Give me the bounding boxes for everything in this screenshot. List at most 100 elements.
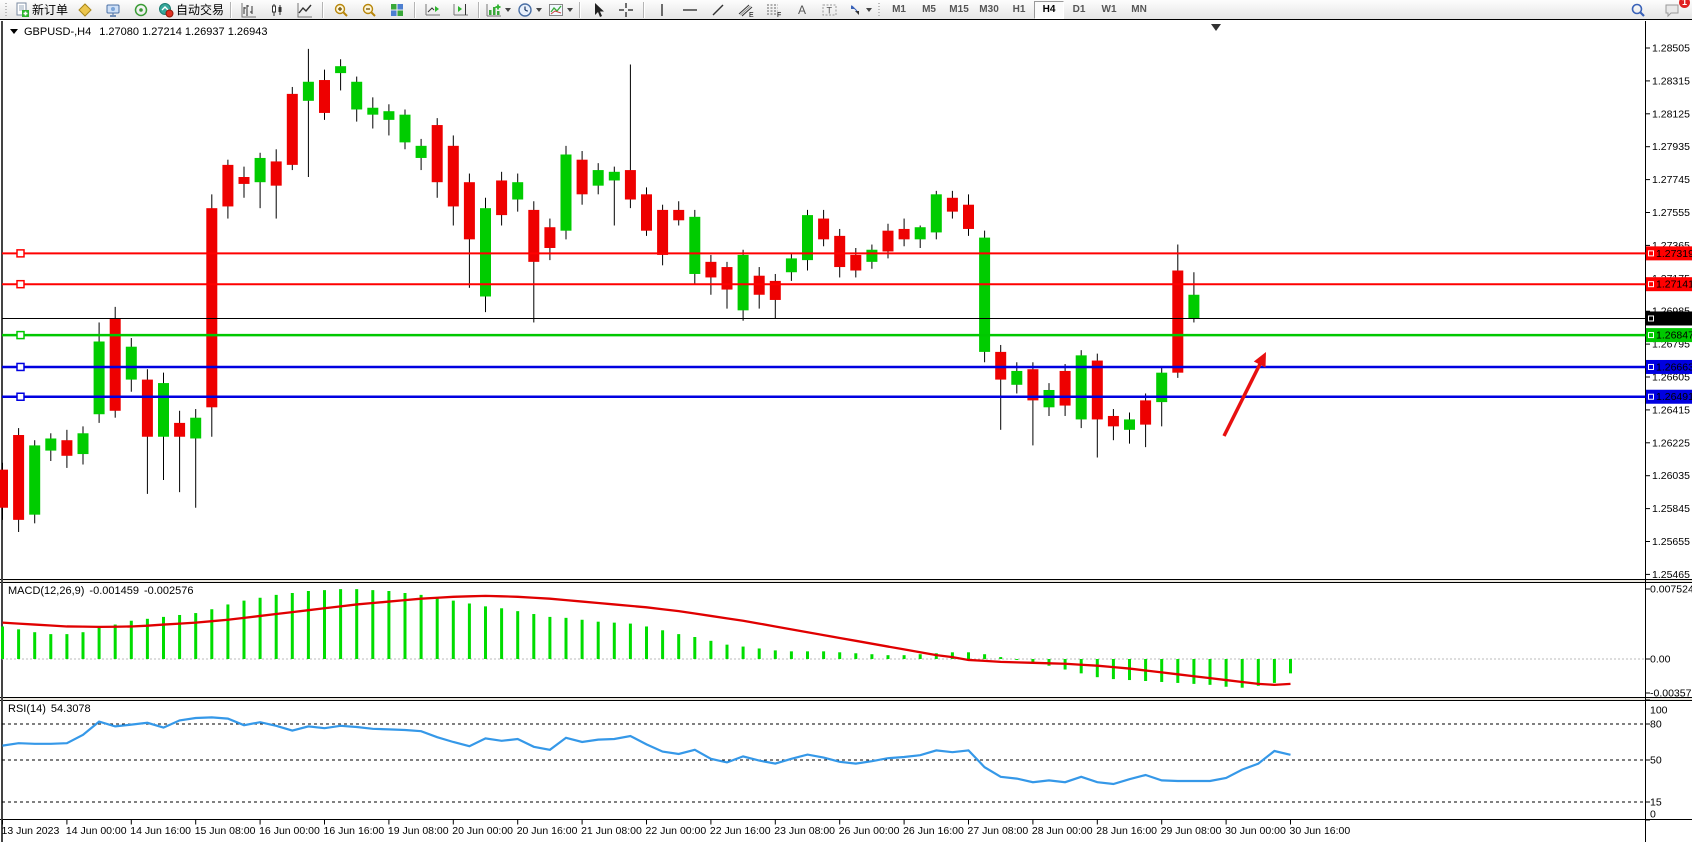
- tf-button-m1[interactable]: M1: [884, 1, 914, 19]
- notifications-button[interactable]: 1: [1658, 0, 1686, 20]
- chart-shift-button[interactable]: [447, 0, 475, 20]
- horizontal-line-button[interactable]: [676, 0, 704, 20]
- auto-scroll-icon: [425, 2, 441, 18]
- tf-button-m30[interactable]: M30: [974, 1, 1004, 19]
- candle-body: [1092, 361, 1103, 420]
- tf-button-h1[interactable]: H1: [1004, 1, 1034, 19]
- search-button[interactable]: [1624, 0, 1652, 20]
- equidistant-channel-button[interactable]: E: [732, 0, 760, 20]
- price-tick-label: 1.28315: [1652, 75, 1690, 87]
- candle-body: [625, 170, 636, 199]
- cursor-button[interactable]: [584, 0, 612, 20]
- hline-handle[interactable]: [17, 281, 24, 288]
- candle-body: [609, 172, 620, 181]
- time-tick-label: 13 Jun 2023: [2, 825, 60, 837]
- tf-button-m15[interactable]: M15: [944, 1, 974, 19]
- candle-body: [657, 210, 668, 255]
- time-tick-label: 26 Jun 16:00: [903, 825, 964, 837]
- signals-icon: [133, 2, 149, 18]
- time-tick-label: 20 Jun 16:00: [517, 825, 578, 837]
- candle-body: [1011, 371, 1022, 385]
- price-label-text: 1.26663: [1656, 361, 1692, 373]
- trendline-icon: [710, 2, 726, 18]
- text-label-button[interactable]: T: [816, 0, 844, 20]
- text-button[interactable]: A: [788, 0, 816, 20]
- hline-handle[interactable]: [17, 363, 24, 370]
- tile-windows-button[interactable]: [383, 0, 411, 20]
- candle-body: [834, 236, 845, 267]
- tile-windows-icon: [389, 2, 405, 18]
- candle-body: [754, 276, 765, 295]
- arrows-button[interactable]: [844, 0, 875, 20]
- candle-body: [174, 423, 185, 437]
- tf-button-m5[interactable]: M5: [914, 1, 944, 19]
- candle-body: [931, 194, 942, 232]
- candle-body: [126, 347, 137, 380]
- new-order-button[interactable]: 新订单: [11, 0, 71, 20]
- ohlc-readout-text: 1.27080 1.27214 1.26937 1.26943: [99, 26, 267, 38]
- templates-button[interactable]: [545, 0, 576, 20]
- toolbar-grip: [4, 3, 9, 17]
- macd-signal-value: -0.002576: [144, 585, 194, 597]
- time-tick-label: 14 Jun 00:00: [66, 825, 127, 837]
- toolbar-separator: [643, 2, 645, 18]
- toolbar-separator: [579, 2, 581, 18]
- time-tick-label: 20 Jun 00:00: [452, 825, 513, 837]
- styler-button[interactable]: [71, 0, 99, 20]
- candle-body: [464, 182, 475, 239]
- line-chart-button[interactable]: [291, 0, 319, 20]
- rsi-tick-label: 100: [1650, 705, 1668, 717]
- zoom-in-button[interactable]: [327, 0, 355, 20]
- auto-scroll-button[interactable]: [419, 0, 447, 20]
- macd-value: -0.001459: [89, 585, 139, 597]
- fibonacci-button[interactable]: F: [760, 0, 788, 20]
- chart-background: [0, 21, 1692, 842]
- candlestick-chart-button[interactable]: [263, 0, 291, 20]
- tf-button-h4[interactable]: H4: [1034, 1, 1064, 19]
- candle-body: [641, 194, 652, 230]
- signals-button[interactable]: [127, 0, 155, 20]
- terminal-button[interactable]: [99, 0, 127, 20]
- indicators-button[interactable]: [483, 0, 514, 20]
- hline-handle[interactable]: [17, 250, 24, 257]
- tf-button-d1[interactable]: D1: [1064, 1, 1094, 19]
- candle-body: [512, 182, 523, 199]
- time-tick-label: 19 Jun 08:00: [388, 825, 449, 837]
- rsi-value: 54.3078: [51, 703, 91, 715]
- time-tick-label: 29 Jun 08:00: [1161, 825, 1222, 837]
- price-label-text: 1.26943: [1656, 313, 1692, 325]
- macd-tick-label: -0.003577: [1650, 688, 1692, 700]
- candle-body: [190, 418, 201, 439]
- candle-body: [1172, 271, 1183, 373]
- vertical-line-icon: [655, 2, 669, 18]
- candle-body: [1124, 419, 1135, 429]
- toolbar-separator: [478, 2, 480, 18]
- periods-button[interactable]: [514, 0, 545, 20]
- vertical-line-button[interactable]: [648, 0, 676, 20]
- price-tick-label: 1.25845: [1652, 503, 1690, 515]
- autotrade-button[interactable]: 自动交易: [155, 0, 227, 20]
- candle-body: [319, 80, 330, 113]
- hline-handle[interactable]: [17, 332, 24, 339]
- hline-handle[interactable]: [17, 393, 24, 400]
- chart-window: 1.285051.283151.281251.279351.277451.275…: [0, 21, 1692, 842]
- candle-body: [947, 198, 958, 212]
- time-tick-label: 26 Jun 00:00: [839, 825, 900, 837]
- bar-chart-button[interactable]: [235, 0, 263, 20]
- crosshair-button[interactable]: [612, 0, 640, 20]
- trendline-button[interactable]: [704, 0, 732, 20]
- candle-body: [400, 115, 411, 143]
- templates-dropdown-caret: [567, 8, 573, 12]
- candle-body: [1060, 371, 1071, 406]
- time-tick-label: 22 Jun 00:00: [646, 825, 707, 837]
- rsi-tick-label: 50: [1650, 755, 1662, 767]
- tf-button-w1[interactable]: W1: [1094, 1, 1124, 19]
- candle-body: [222, 165, 233, 207]
- candle-body: [866, 250, 877, 262]
- price-tick-label: 1.25465: [1652, 569, 1690, 581]
- candle-body: [448, 146, 459, 207]
- zoom-out-button[interactable]: [355, 0, 383, 20]
- toolbar-separator: [230, 2, 232, 18]
- new-order-icon: [14, 2, 30, 18]
- tf-button-mn[interactable]: MN: [1124, 1, 1154, 19]
